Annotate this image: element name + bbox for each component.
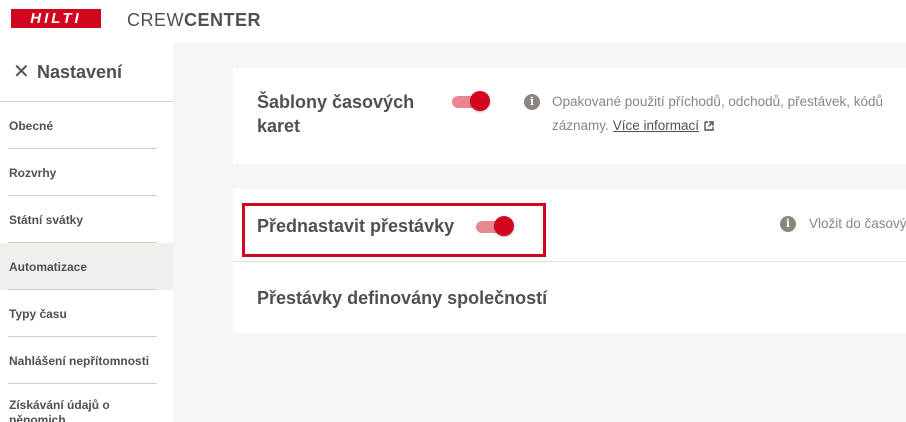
settings-sidebar: ✕ Nastavení Obecné Rozvrhy Státní svátky… [0,43,173,422]
hilti-logo[interactable]: HILTI [11,9,101,28]
sidebar-item-schedules[interactable]: Rozvrhy [0,149,173,196]
more-info-link[interactable]: Více informací [613,118,699,133]
info-icon: i [524,94,540,110]
sidebar-item-label: Obecné [9,118,54,133]
highlight-box [242,203,546,257]
sidebar-item-absence[interactable]: Nahlášení nepřítomnosti [0,337,173,384]
sidebar-item-general[interactable]: Obecné [0,102,173,149]
preset-breaks-info: Vložit do časový [809,216,906,231]
info-text-line2: záznamy. Více informací [552,114,906,138]
top-bar: HILTI CREWCENTER [0,0,906,43]
app-title: CREWCENTER [127,9,261,31]
app-title-light: CREW [127,10,184,30]
company-breaks-label: Přestávky definovány společností [257,288,548,308]
sidebar-title: Nastavení [37,61,123,82]
sidebar-item-label: Získávání údajů o pěnomich [9,398,110,422]
sidebar-item-label: Státní svátky [9,212,84,227]
info-text-line1: Opakované použití příchodů, odchodů, pře… [552,94,883,109]
info-icon: i [780,216,796,232]
timecard-templates-card: Šablony časových karet i Opakované použi… [233,68,906,164]
sidebar-item-holidays[interactable]: Státní svátky [0,196,173,243]
toggle-knob [470,91,490,111]
timecard-templates-toggle[interactable] [452,90,490,114]
sidebar-item-automation[interactable]: Automatizace [0,243,173,290]
sidebar-item-time-types[interactable]: Typy času [0,290,173,337]
divider [233,261,906,262]
sidebar-header: ✕ Nastavení [0,43,173,102]
sidebar-item-label: Typy času [9,306,67,321]
sidebar-item-label: Automatizace [9,259,88,274]
sidebar-item-label: Nahlášení nepřítomnosti [9,353,150,368]
app-title-bold: CENTER [184,10,262,30]
timecard-templates-label: Šablony časových karet [257,92,415,136]
logo-text: HILTI [30,10,82,27]
sidebar-item-data-collection[interactable]: Získávání údajů o pěnomich [0,384,173,422]
info-text-line2-content: záznamy. [552,118,609,133]
external-link-icon[interactable] [704,121,714,131]
timecard-templates-info: Opakované použití příchodů, odchodů, pře… [552,90,906,138]
sidebar-item-label: Rozvrhy [9,165,57,180]
close-icon[interactable]: ✕ [13,62,31,82]
